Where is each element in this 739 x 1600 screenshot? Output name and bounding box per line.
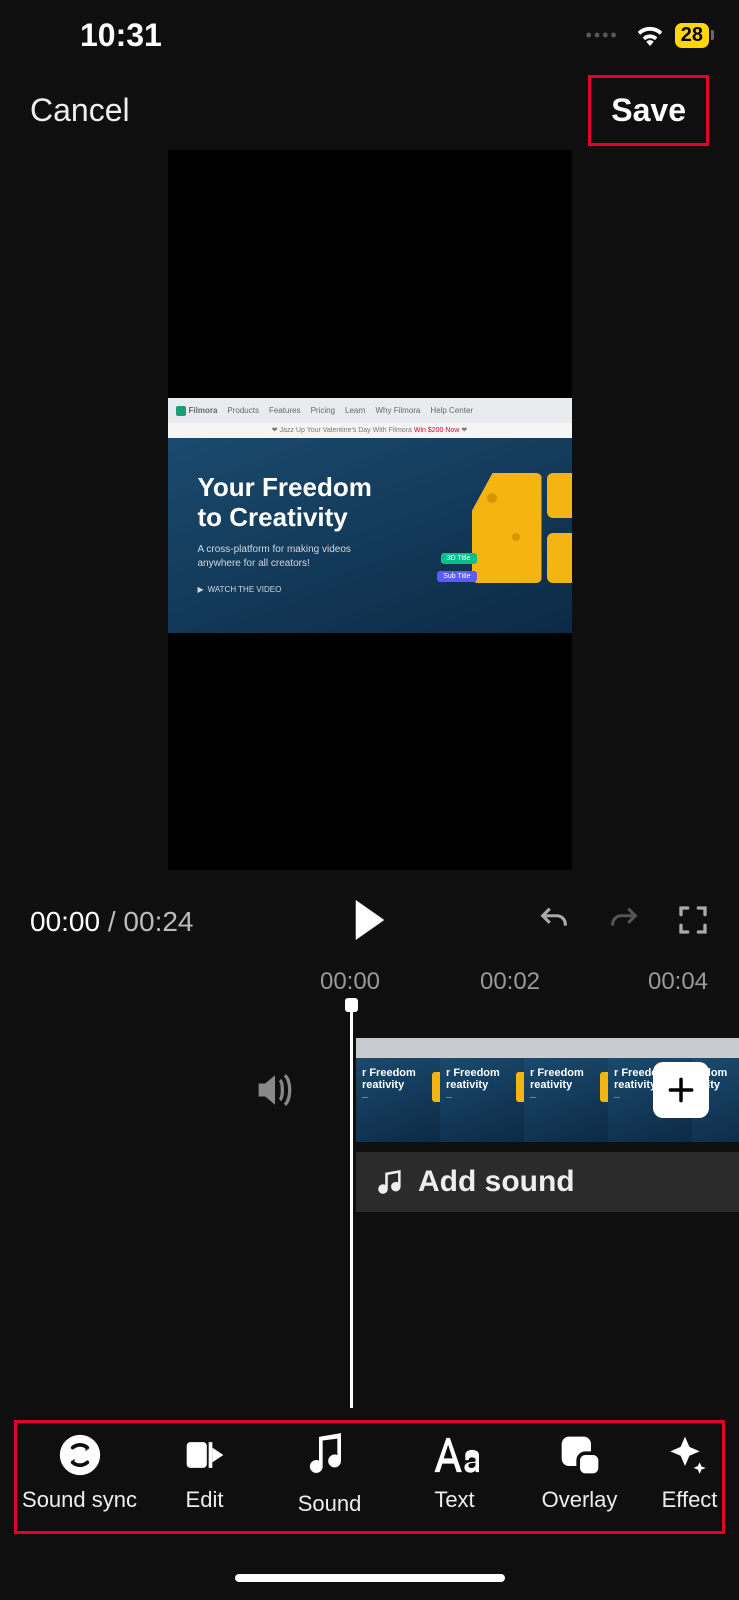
tool-label: Overlay (542, 1487, 618, 1513)
hero-section: Your Freedomto Creativity A cross-platfo… (168, 438, 572, 633)
preview-area: Filmora Products Features Pricing Learn … (0, 150, 739, 870)
current-time: 00:00 (30, 906, 100, 937)
edit-icon (183, 1433, 227, 1477)
tool-label: Sound (298, 1491, 362, 1517)
fullscreen-icon (677, 904, 709, 936)
nav-item: Help Center (430, 406, 473, 415)
bottom-toolbar-highlight: Sound sync Edit Sound Text Overlay Effec… (14, 1420, 725, 1534)
preview-frame-content: Filmora Products Features Pricing Learn … (168, 398, 572, 633)
sound-icon (308, 1433, 352, 1481)
promo-strip: ❤ Jazz Up Your Valentine's Day With Film… (168, 423, 572, 438)
status-bar: 10:31 •••• 28 (0, 0, 739, 70)
speaker-icon (255, 1072, 295, 1108)
clip-thumbnail[interactable]: r Freedomreativity— (356, 1038, 440, 1142)
tool-label: Effect (662, 1487, 718, 1513)
cheese-graphic-icon (547, 473, 572, 518)
cancel-button[interactable]: Cancel (30, 92, 130, 129)
tool-overlay[interactable]: Overlay (517, 1433, 642, 1517)
website-navbar: Filmora Products Features Pricing Learn … (168, 398, 572, 423)
timecode: 00:00 / 00:24 (30, 906, 194, 938)
watch-video-link: ▶ WATCH THE VIDEO (198, 585, 572, 594)
editor-header: Cancel Save (0, 70, 739, 150)
tool-sound[interactable]: Sound (267, 1433, 392, 1517)
tool-effect[interactable]: Effect (642, 1433, 727, 1517)
redo-icon (607, 903, 641, 937)
ruler-tick: 00:04 (648, 968, 708, 996)
tool-label: Edit (186, 1487, 224, 1513)
tag-3d-title: 3D Title (441, 553, 477, 564)
undo-icon (537, 903, 571, 937)
tool-text[interactable]: Text (392, 1433, 517, 1517)
redo-button[interactable] (607, 903, 641, 942)
tool-label: Sound sync (22, 1487, 137, 1513)
home-indicator[interactable] (235, 1574, 505, 1582)
tag-sub-title: Sub Title (437, 571, 476, 582)
effect-icon (663, 1433, 707, 1477)
sound-sync-icon (58, 1433, 102, 1477)
timeline[interactable]: r Freedomreativity— r Freedomreativity— … (0, 1008, 739, 1408)
cheese-graphic-icon (547, 533, 572, 583)
hero-subtitle: A cross-platform for making videos anywh… (198, 543, 378, 571)
tool-label: Text (434, 1487, 474, 1513)
playhead[interactable] (350, 1000, 353, 1408)
nav-item: Learn (345, 406, 365, 415)
timeline-ruler[interactable]: 00:00 00:02 00:04 (0, 962, 739, 1002)
add-sound-button[interactable]: Add sound (356, 1152, 739, 1212)
video-preview[interactable]: Filmora Products Features Pricing Learn … (168, 150, 572, 870)
play-button[interactable] (352, 900, 388, 945)
tool-sound-sync[interactable]: Sound sync (17, 1433, 142, 1517)
save-highlight: Save (588, 75, 709, 146)
bottom-toolbar: Sound sync Edit Sound Text Overlay Effec… (17, 1433, 722, 1517)
plus-icon (665, 1074, 697, 1106)
tool-edit[interactable]: Edit (142, 1433, 267, 1517)
save-button[interactable]: Save (611, 92, 686, 129)
text-icon (431, 1433, 479, 1477)
playback-bar: 00:00 / 00:24 (0, 882, 739, 962)
total-time: 00:24 (123, 906, 193, 937)
cellular-dots-icon: •••• (586, 25, 619, 46)
clip-thumbnail[interactable]: r Freedomreativity— (524, 1038, 608, 1142)
nav-item: Features (269, 406, 301, 415)
nav-item: Products (227, 406, 259, 415)
wifi-icon (635, 24, 665, 46)
status-time: 10:31 (80, 17, 162, 54)
add-sound-label: Add sound (418, 1165, 575, 1199)
volume-button[interactable] (255, 1072, 295, 1113)
status-right: •••• 28 (586, 23, 709, 48)
nav-item: Pricing (311, 406, 335, 415)
battery-icon: 28 (675, 23, 709, 48)
fullscreen-button[interactable] (677, 904, 709, 941)
undo-button[interactable] (537, 903, 571, 942)
ruler-tick: 00:02 (480, 968, 540, 996)
add-clip-button[interactable] (653, 1062, 709, 1118)
ruler-tick: 00:00 (320, 968, 380, 996)
play-icon (352, 900, 388, 940)
overlay-icon (558, 1433, 602, 1477)
website-brand: Filmora (176, 406, 218, 416)
music-note-icon (376, 1168, 404, 1196)
clip-thumbnail[interactable]: r Freedomreativity— (440, 1038, 524, 1142)
nav-item: Why Filmora (375, 406, 420, 415)
